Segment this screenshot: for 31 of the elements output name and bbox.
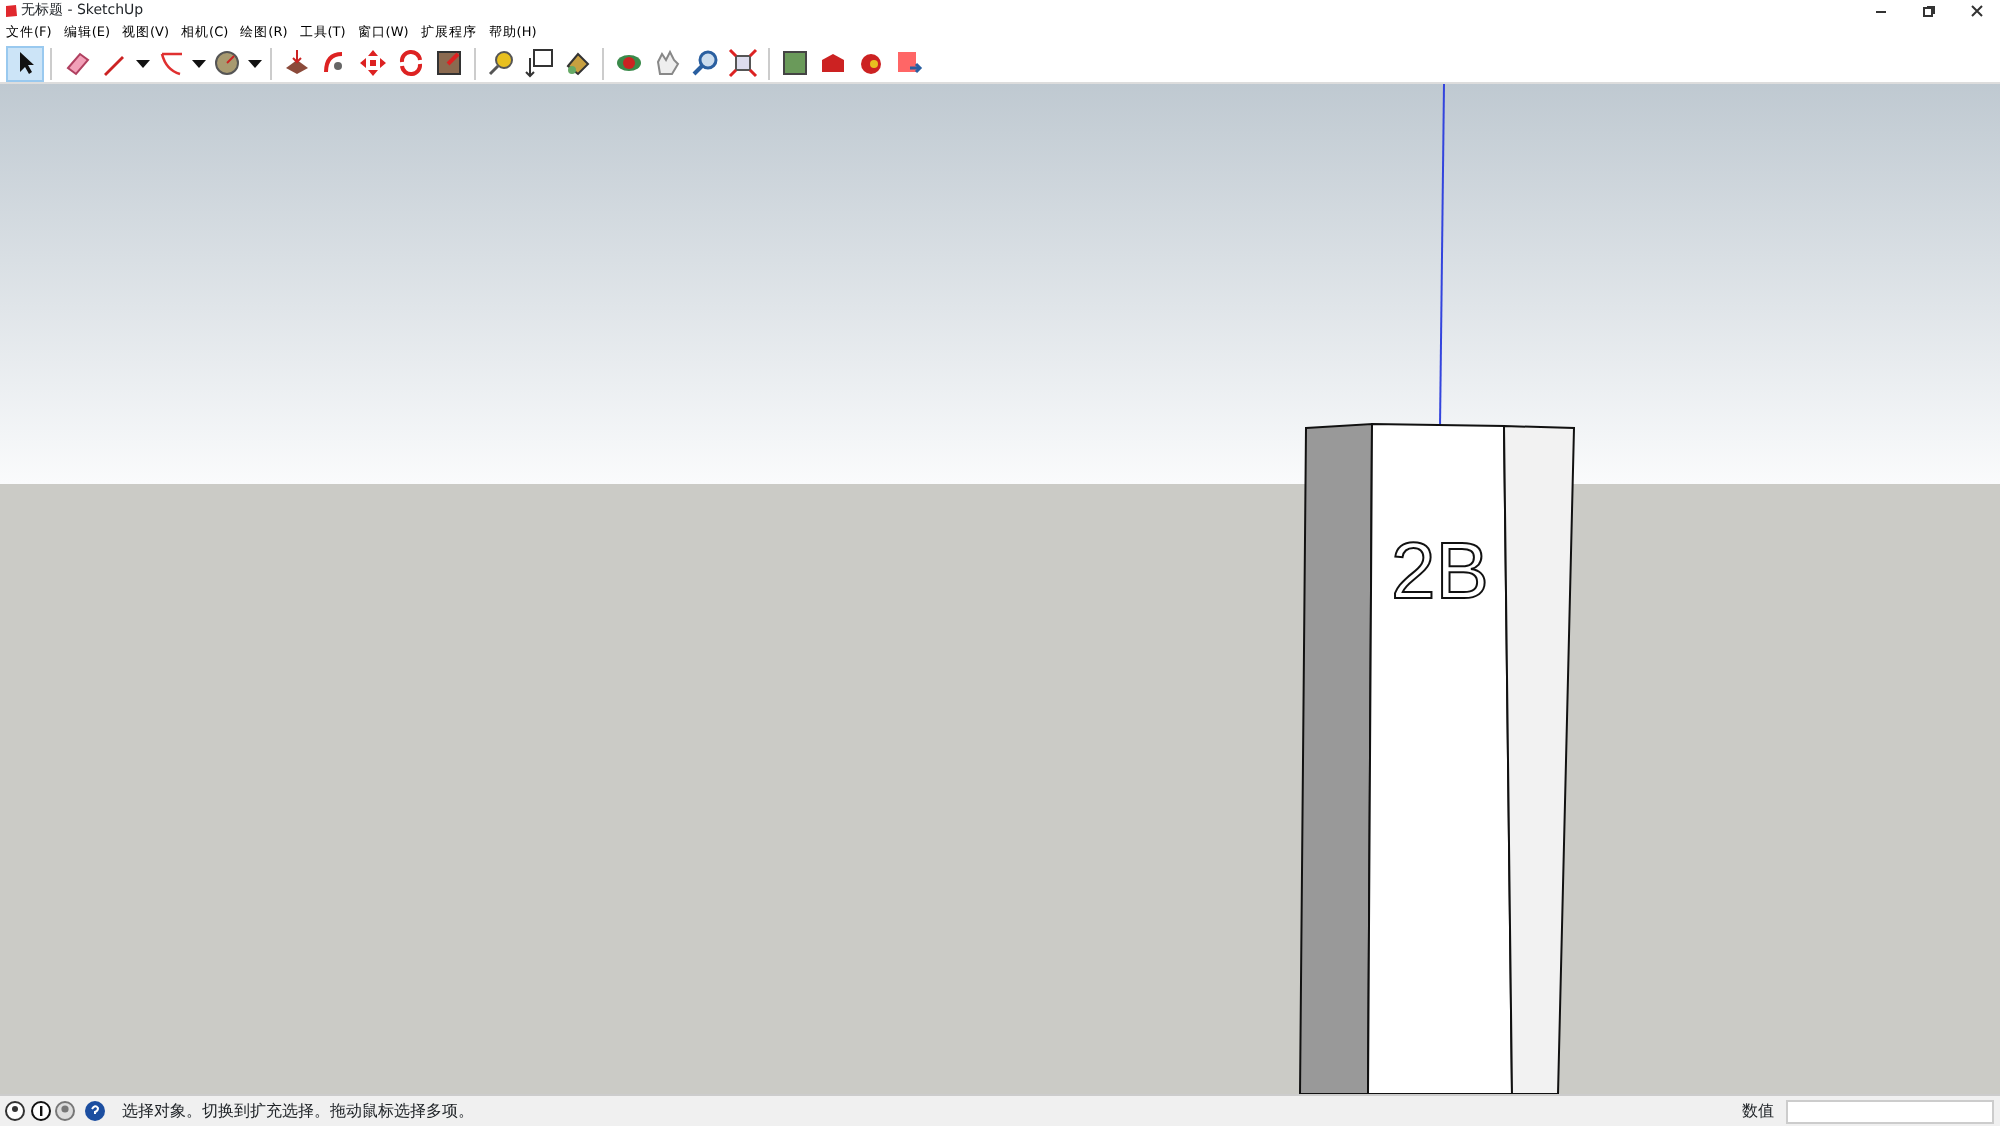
- scale-icon: [434, 48, 464, 78]
- arc-icon: [156, 48, 186, 78]
- help-icon[interactable]: [83, 1100, 106, 1122]
- info-icon[interactable]: [29, 1100, 51, 1122]
- text-label-icon: [524, 48, 554, 78]
- push-pull-icon: [282, 48, 312, 78]
- caret-icon: [192, 59, 206, 67]
- app-logo-icon: [3, 4, 18, 18]
- pan-hand-icon: [652, 48, 682, 78]
- zoom-icon: [690, 48, 720, 78]
- tool-button[interactable]: [520, 45, 558, 81]
- rotate-icon: [396, 48, 426, 78]
- tool-button[interactable]: [724, 45, 762, 81]
- caret-icon: [248, 59, 262, 67]
- eraser-icon: [62, 48, 92, 78]
- caret-icon: [136, 59, 150, 67]
- restore-icon: [1921, 4, 1935, 18]
- measurements-label: 数值: [1742, 1099, 1774, 1123]
- move-icon: [358, 48, 388, 78]
- label-3d-text: 2B: [1391, 528, 1489, 616]
- send-icon: [894, 48, 924, 78]
- status-hint: 选择对象。切换到扩充选择。拖动鼠标选择多项。: [121, 1099, 474, 1123]
- close-icon: [1969, 4, 1983, 18]
- paint-bucket-icon: [562, 48, 592, 78]
- user-icon[interactable]: [54, 1100, 77, 1122]
- measurements-field[interactable]: [1786, 1099, 1994, 1123]
- circle-icon: [212, 48, 242, 78]
- zoom-extents-icon: [728, 48, 758, 78]
- warehouse-icon: [818, 48, 848, 78]
- tool-button[interactable]: [6, 45, 44, 81]
- tape-measure-icon: [486, 48, 516, 78]
